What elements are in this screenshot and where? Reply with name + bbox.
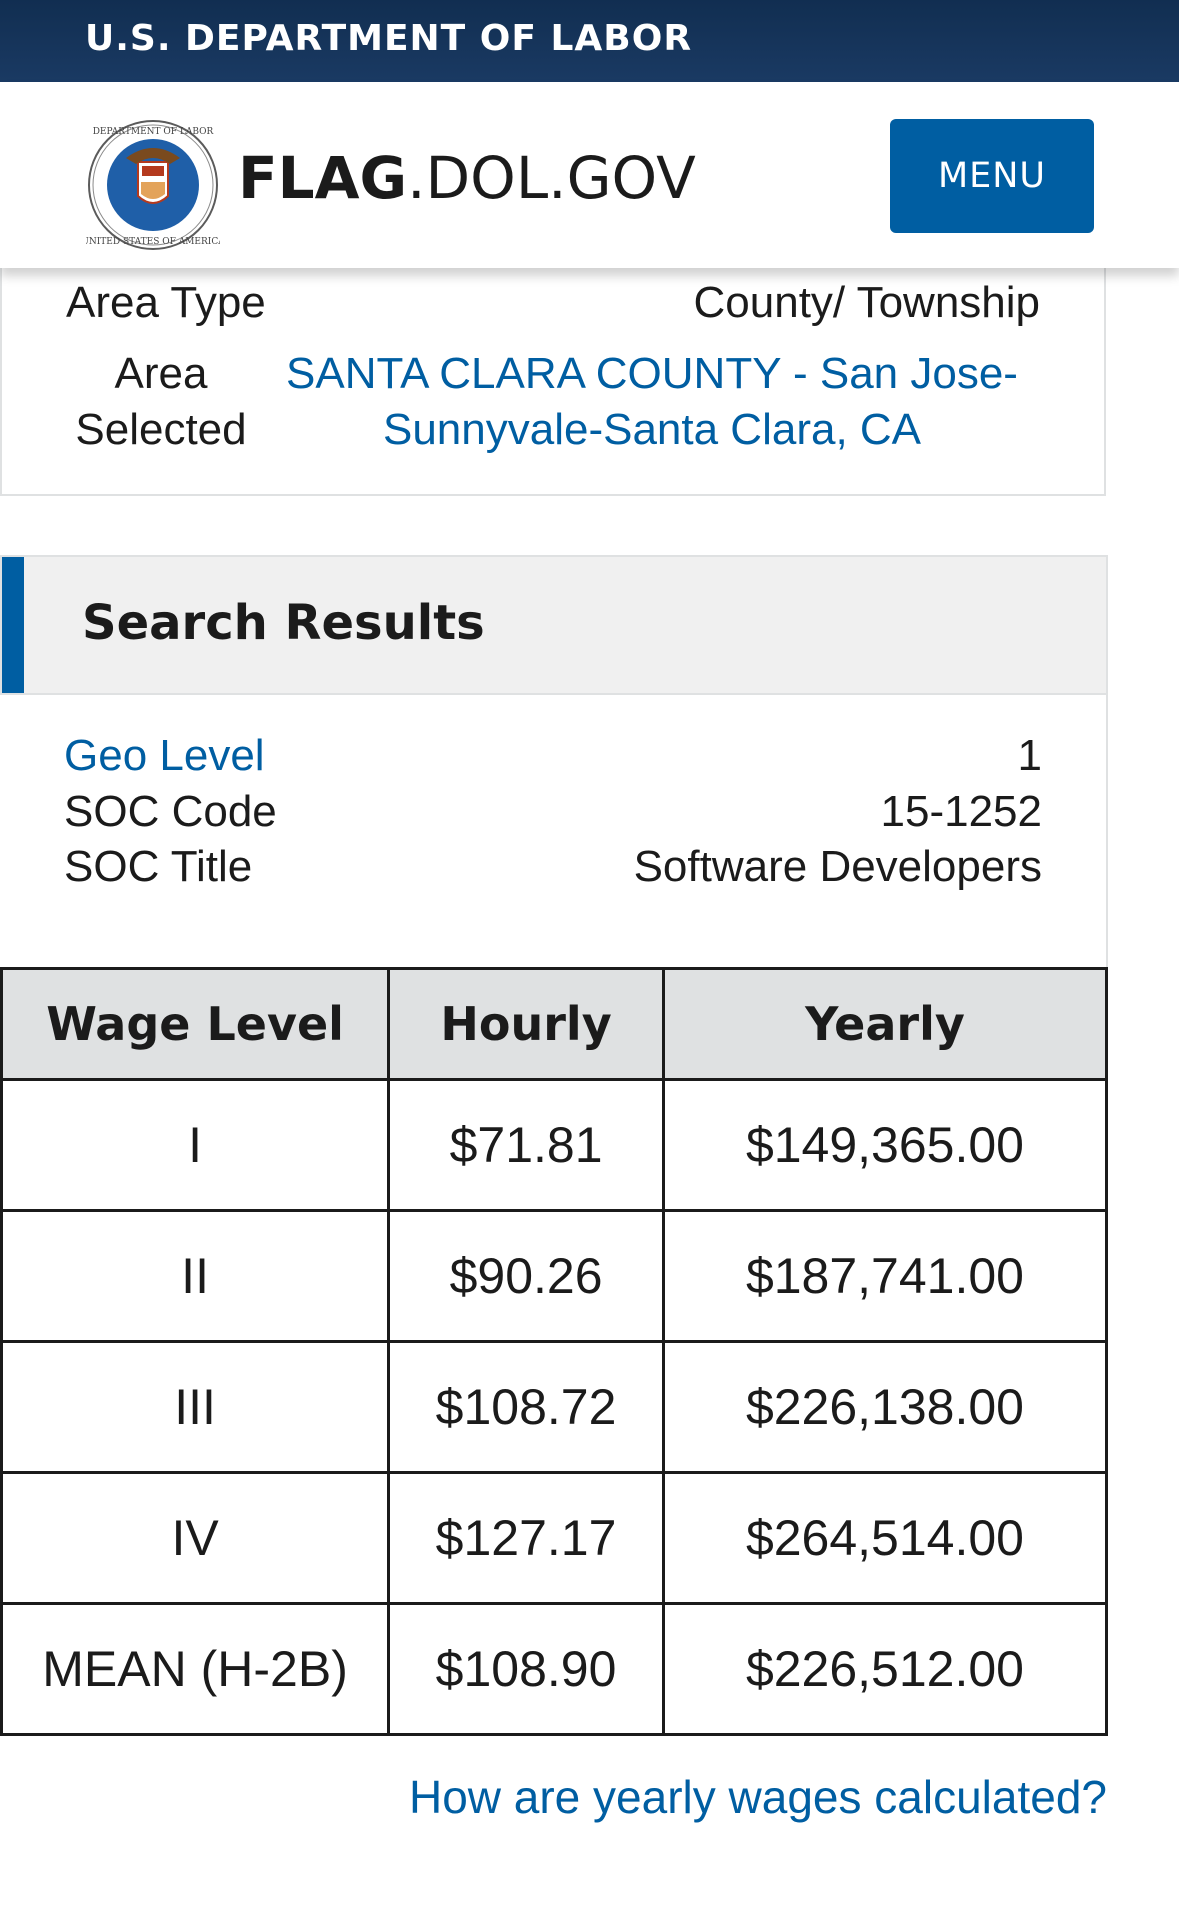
brand-bold: FLAG [238, 144, 408, 212]
hourly-cell: $108.90 [387, 1602, 665, 1736]
site-brand[interactable]: FLAG.DOL.GOV [238, 144, 696, 212]
soc-title-label: SOC Title [64, 842, 253, 891]
gov-banner: U.S. DEPARTMENT OF LABOR [0, 0, 1179, 82]
table-row: I $71.81 $149,365.00 [0, 1078, 1109, 1212]
area-type-label: Area Type [66, 278, 266, 327]
search-results-header: Search Results [0, 555, 1108, 695]
gov-banner-text: U.S. DEPARTMENT OF LABOR [85, 18, 693, 59]
wage-level-cell: IV [0, 1471, 391, 1605]
hourly-cell: $108.72 [387, 1340, 665, 1474]
geo-level-link[interactable]: Geo Level [64, 731, 265, 781]
area-selected-link[interactable]: SANTA CLARA COUNTY - San Jose-Sunnyvale-… [272, 346, 1032, 458]
soc-title-row: SOC Title Software Developers [64, 842, 1042, 902]
wage-table-header-row: Wage Level Hourly Yearly [0, 967, 1109, 1081]
table-row: II $90.26 $187,741.00 [0, 1209, 1109, 1343]
header-wage-level: Wage Level [0, 967, 391, 1081]
wage-level-cell: MEAN (H-2B) [0, 1602, 391, 1736]
yearly-wages-calc-link[interactable]: How are yearly wages calculated? [409, 1770, 1107, 1824]
site-header: DEPARTMENT OF LABOR UNITED STATES OF AME… [0, 82, 1179, 268]
yearly-cell: $226,512.00 [661, 1602, 1109, 1736]
hourly-cell: $71.81 [387, 1078, 665, 1212]
yearly-cell: $187,741.00 [661, 1209, 1109, 1343]
wage-table: Wage Level Hourly Yearly I $71.81 $149,3… [0, 967, 1109, 1736]
menu-button[interactable]: MENU [890, 119, 1094, 233]
search-results-title: Search Results [82, 595, 485, 651]
results-info-card: Geo Level 1 SOC Code 15-1252 SOC Title S… [0, 695, 1108, 967]
yearly-cell: $264,514.00 [661, 1471, 1109, 1605]
geo-level-value: 1 [1017, 731, 1042, 780]
hourly-cell: $127.17 [387, 1471, 665, 1605]
table-row: IV $127.17 $264,514.00 [0, 1471, 1109, 1605]
geo-level-row: Geo Level 1 [64, 731, 1042, 791]
soc-code-label: SOC Code [64, 787, 277, 836]
svg-text:DEPARTMENT OF LABOR: DEPARTMENT OF LABOR [93, 127, 214, 137]
hourly-cell: $90.26 [387, 1209, 665, 1343]
soc-code-row: SOC Code 15-1252 [64, 787, 1042, 847]
wage-level-cell: II [0, 1209, 391, 1343]
table-row: III $108.72 $226,138.00 [0, 1340, 1109, 1474]
wage-level-cell: I [0, 1078, 391, 1212]
table-row: MEAN (H-2B) $108.90 $226,512.00 [0, 1602, 1109, 1736]
wage-level-cell: III [0, 1340, 391, 1474]
brand-rest: .DOL.GOV [407, 144, 696, 212]
dol-seal-icon: DEPARTMENT OF LABOR UNITED STATES OF AME… [86, 120, 220, 250]
header-yearly: Yearly [661, 967, 1109, 1081]
soc-code-value: 15-1252 [880, 787, 1042, 836]
accent-bar [2, 557, 24, 693]
soc-title-value: Software Developers [633, 842, 1042, 891]
yearly-cell: $149,365.00 [661, 1078, 1109, 1212]
area-selected-label: Area Selected [75, 349, 247, 454]
svg-text:UNITED STATES OF AMERICA: UNITED STATES OF AMERICA [86, 237, 220, 247]
yearly-cell: $226,138.00 [661, 1340, 1109, 1474]
header-hourly: Hourly [387, 967, 665, 1081]
area-type-value: County/ Township [693, 278, 1041, 327]
area-card: Area Type County/ Township Area Selected… [0, 268, 1106, 496]
